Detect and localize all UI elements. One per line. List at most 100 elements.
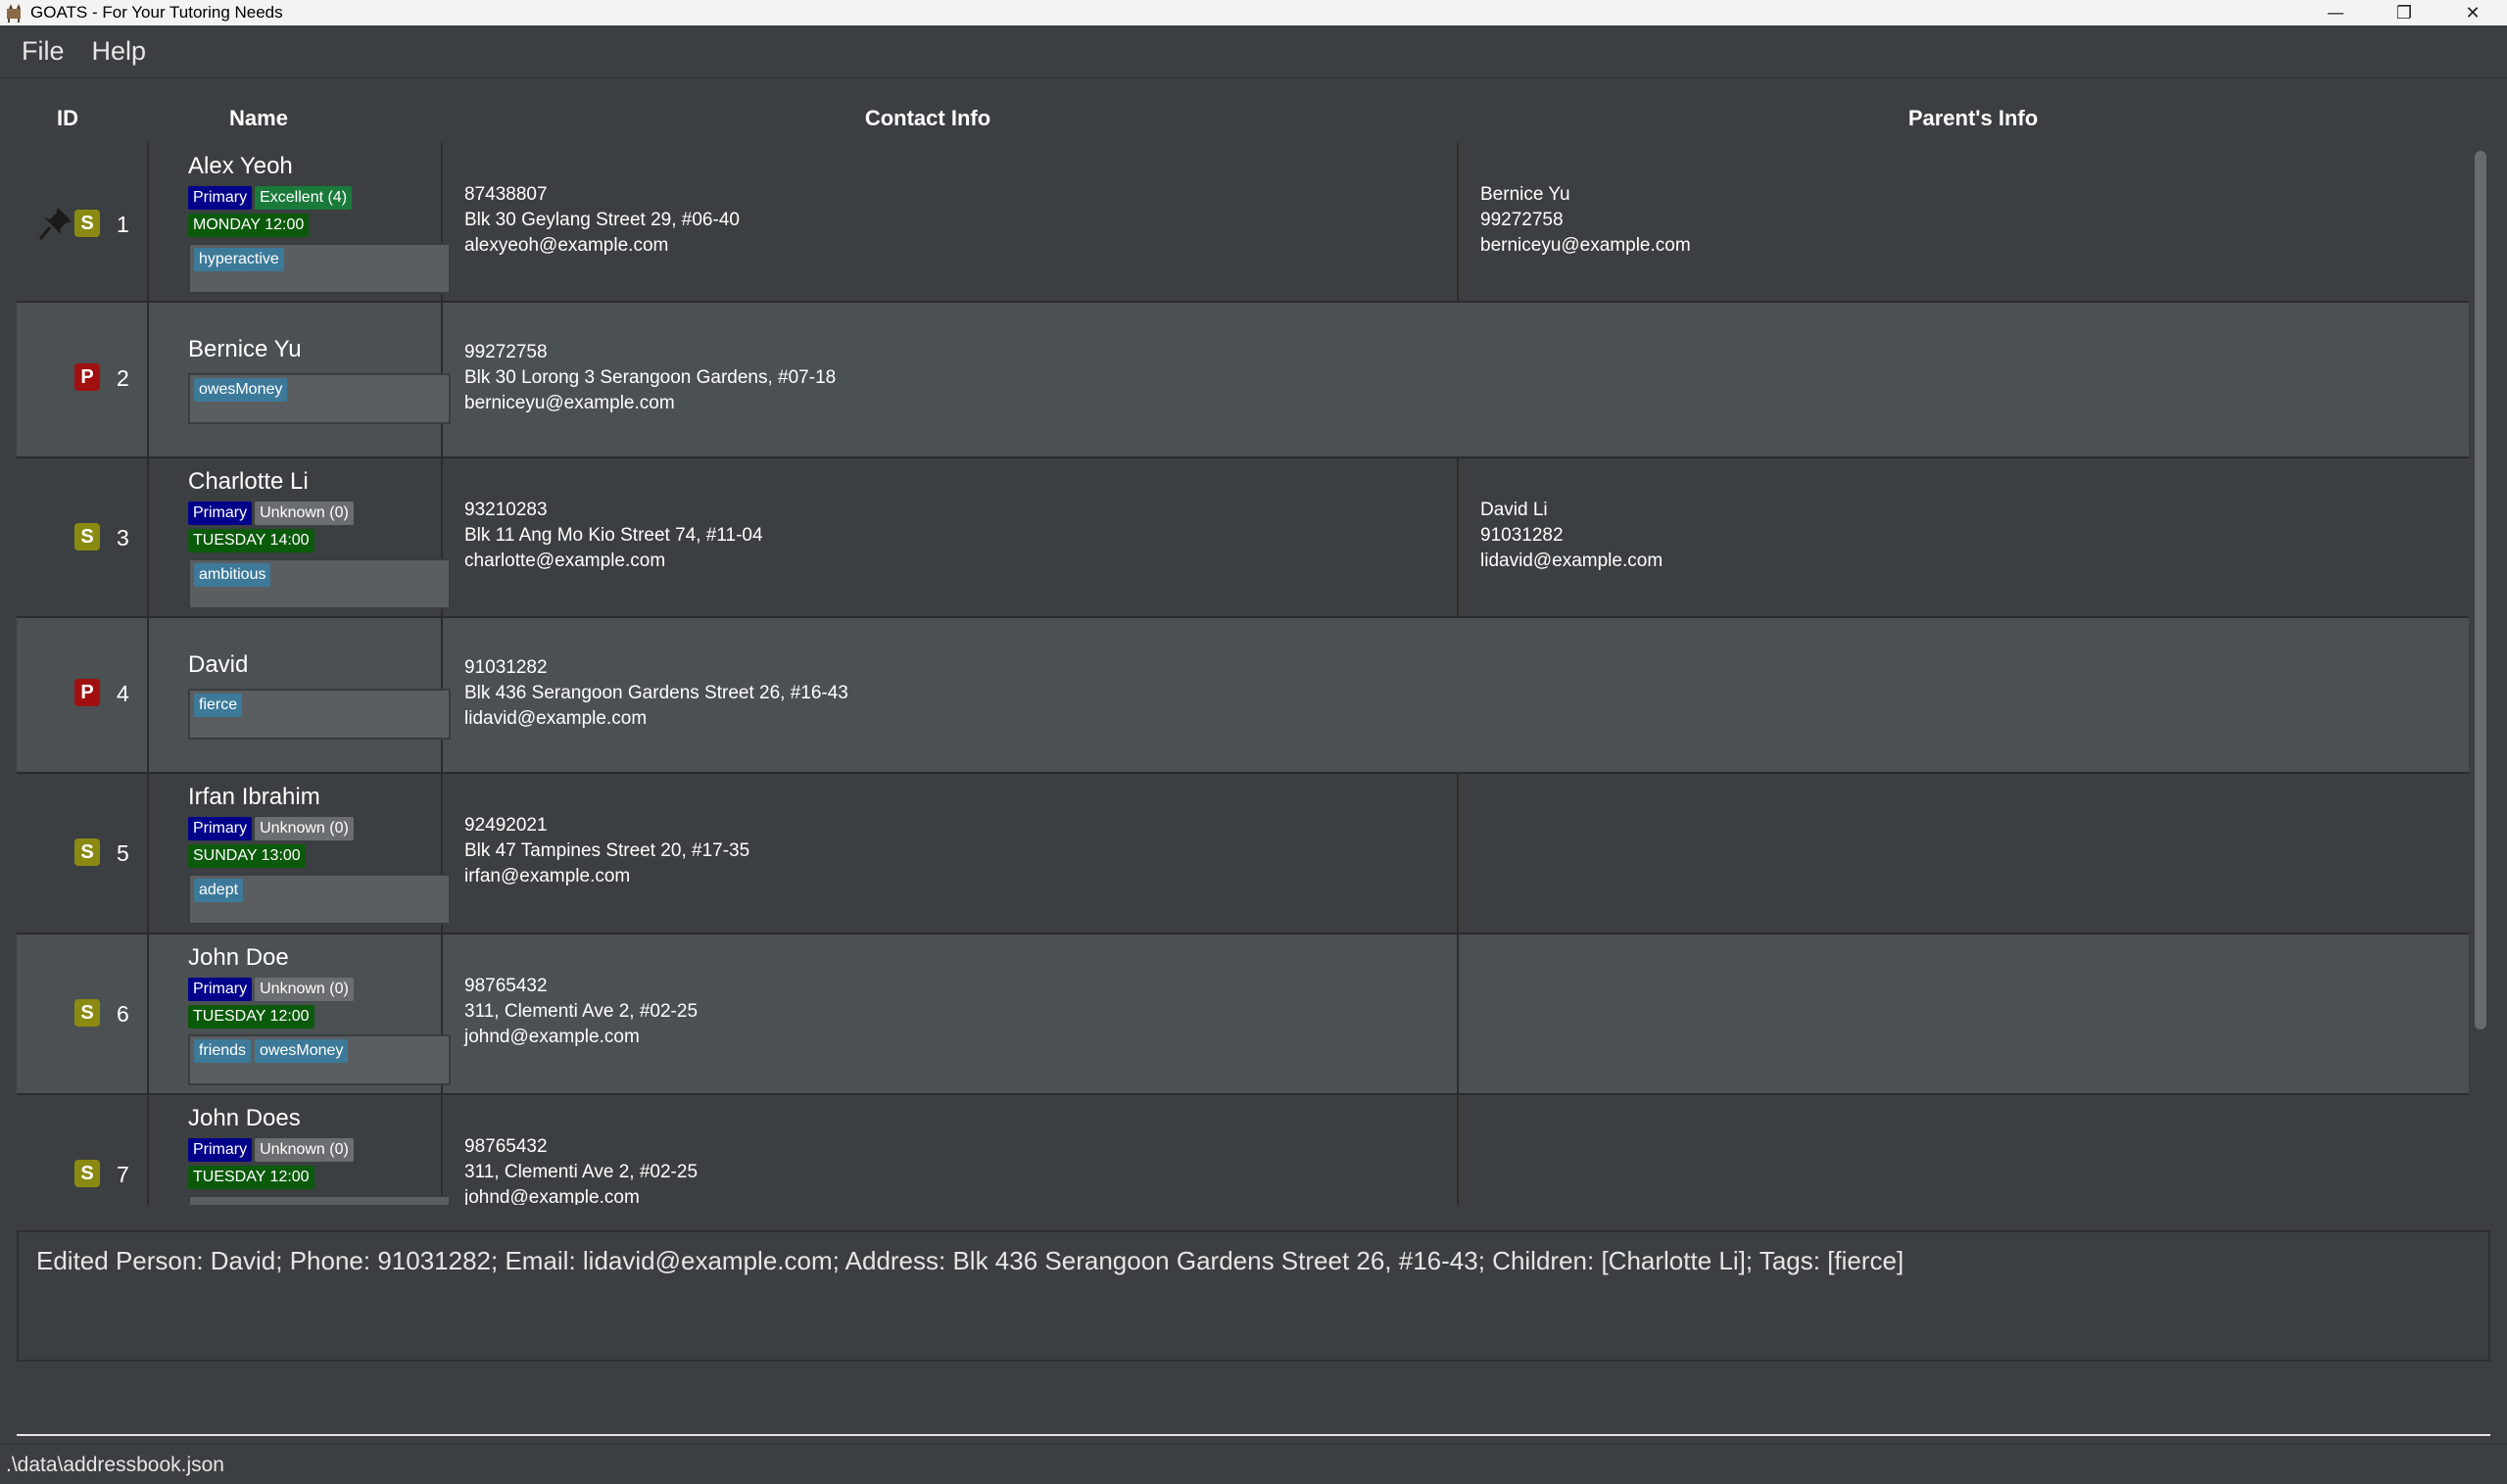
tag-box: friends owesMoney bbox=[188, 1034, 451, 1085]
phone-text: 98765432 bbox=[464, 976, 548, 996]
name-cell: Charlotte Li Primary Unknown (0) TUESDAY … bbox=[149, 458, 451, 616]
person-row[interactable]: P 2 Bernice Yu owesMoney 99272758 Blk 30… bbox=[17, 303, 2469, 458]
column-header-contact: Contact Info bbox=[864, 106, 991, 130]
address-text: Blk 11 Ang Mo Kio Street 74, #11-04 bbox=[464, 525, 763, 546]
student-badge: S bbox=[74, 210, 100, 237]
tag-chip: owesMoney bbox=[255, 1039, 349, 1063]
level-chip: Primary bbox=[188, 817, 253, 840]
parent-badge: P bbox=[74, 679, 100, 706]
email-text: irfan@example.com bbox=[464, 866, 631, 886]
grade-chip: Unknown (0) bbox=[255, 978, 354, 1001]
parent-email-text: berniceyu@example.com bbox=[1480, 235, 1691, 256]
lesson-chip: TUESDAY 12:00 bbox=[188, 1005, 314, 1029]
parent-cell: Bernice Yu 99272758 berniceyu@example.co… bbox=[1459, 143, 2469, 301]
person-row[interactable]: S 6 John Doe Primary Unknown (0) TUESDAY … bbox=[17, 934, 2469, 1095]
grade-chip: Unknown (0) bbox=[255, 817, 354, 840]
contact-cell: 99272758 Blk 30 Lorong 3 Serangoon Garde… bbox=[443, 303, 2469, 456]
person-row[interactable]: S 1 Alex Yeoh Primary Excellent (4) MONDA… bbox=[17, 143, 2469, 303]
menu-bar: File Help bbox=[0, 25, 2507, 78]
name-cell: John Doe Primary Unknown (0) TUESDAY 12:0… bbox=[149, 934, 451, 1093]
address-text: 311, Clementi Ave 2, #02-25 bbox=[464, 1162, 699, 1182]
person-row[interactable]: P 4 David fierce 91031282 Blk 436 Serang… bbox=[17, 618, 2469, 774]
scrollbar-thumb[interactable] bbox=[2475, 151, 2486, 1029]
person-name: Charlotte Li bbox=[188, 468, 309, 495]
parent-cell bbox=[1459, 1095, 2469, 1205]
tag-box bbox=[188, 1195, 451, 1205]
column-header-parent: Parent's Info bbox=[1907, 106, 2039, 130]
address-text: Blk 30 Geylang Street 29, #06-40 bbox=[464, 210, 740, 230]
phone-text: 98765432 bbox=[464, 1136, 548, 1157]
person-id: 6 bbox=[117, 1001, 129, 1027]
lesson-chip: TUESDAY 14:00 bbox=[188, 529, 314, 552]
name-cell: Irfan Ibrahim Primary Unknown (0) SUNDAY … bbox=[149, 774, 451, 933]
tag-box: adept bbox=[188, 874, 451, 925]
tag-chip: owesMoney bbox=[194, 378, 288, 402]
contact-cell: 92492021 Blk 47 Tampines Street 20, #17-… bbox=[443, 774, 1459, 933]
email-text: johnd@example.com bbox=[464, 1027, 640, 1047]
email-text: johnd@example.com bbox=[464, 1187, 640, 1205]
tag-chip: friends bbox=[194, 1039, 252, 1063]
save-location-text: .\data\addressbook.json bbox=[6, 1454, 224, 1476]
person-row[interactable]: S 7 John Does Primary Unknown (0) TUESDAY… bbox=[17, 1095, 2469, 1205]
email-text: alexyeoh@example.com bbox=[464, 235, 669, 256]
student-badge: S bbox=[74, 838, 100, 866]
menu-help[interactable]: Help bbox=[92, 36, 147, 67]
contact-cell: 98765432 311, Clementi Ave 2, #02-25 joh… bbox=[443, 934, 1459, 1093]
level-chip: Primary bbox=[188, 502, 253, 525]
level-grade-line: Primary Unknown (0) bbox=[188, 1138, 357, 1162]
person-list[interactable]: S 1 Alex Yeoh Primary Excellent (4) MONDA… bbox=[17, 143, 2469, 1205]
id-cell: S 6 bbox=[17, 934, 149, 1093]
name-cell: John Does Primary Unknown (0) TUESDAY 12:… bbox=[149, 1095, 451, 1205]
person-row[interactable]: S 5 Irfan Ibrahim Primary Unknown (0) SUN… bbox=[17, 774, 2469, 934]
student-badge: S bbox=[74, 999, 100, 1027]
grade-chip: Unknown (0) bbox=[255, 1138, 354, 1162]
address-text: Blk 30 Lorong 3 Serangoon Gardens, #07-1… bbox=[464, 367, 837, 388]
person-name: John Doe bbox=[188, 944, 289, 971]
parent-badge: P bbox=[74, 363, 100, 391]
person-row[interactable]: S 3 Charlotte Li Primary Unknown (0) TUES… bbox=[17, 458, 2469, 618]
person-id: 5 bbox=[117, 840, 129, 866]
parent-cell: David Li 91031282 lidavid@example.com bbox=[1459, 458, 2469, 616]
email-text: charlotte@example.com bbox=[464, 551, 666, 571]
name-cell: Bernice Yu owesMoney bbox=[149, 303, 451, 456]
close-button[interactable]: ✕ bbox=[2438, 0, 2507, 25]
level-grade-line: Primary Unknown (0) bbox=[188, 817, 357, 840]
level-grade-line: Primary Unknown (0) bbox=[188, 978, 357, 1001]
tag-chip: fierce bbox=[194, 694, 243, 717]
parent-email-text: lidavid@example.com bbox=[1480, 551, 1663, 571]
address-text: Blk 436 Serangoon Gardens Street 26, #16… bbox=[464, 683, 848, 703]
level-chip: Primary bbox=[188, 978, 253, 1001]
tag-box: ambitious bbox=[188, 558, 451, 609]
tag-chip: ambitious bbox=[194, 563, 271, 587]
goat-icon bbox=[7, 4, 21, 23]
id-cell: P 2 bbox=[17, 303, 149, 456]
menu-file[interactable]: File bbox=[22, 36, 65, 67]
parent-phone-text: 99272758 bbox=[1480, 210, 1564, 230]
status-bar: .\data\addressbook.json bbox=[0, 1444, 2507, 1484]
restore-button[interactable]: ❐ bbox=[2370, 0, 2438, 25]
level-grade-line: Primary Unknown (0) bbox=[188, 502, 357, 525]
lesson-chip: SUNDAY 13:00 bbox=[188, 844, 306, 868]
list-scrollbar[interactable] bbox=[2473, 149, 2488, 1205]
contact-cell: 91031282 Blk 436 Serangoon Gardens Stree… bbox=[443, 618, 2469, 772]
pin-icon bbox=[38, 208, 72, 240]
parent-cell bbox=[1459, 774, 2469, 933]
phone-text: 91031282 bbox=[464, 657, 548, 678]
command-input[interactable] bbox=[17, 1371, 2490, 1434]
level-grade-line: Primary Excellent (4) bbox=[188, 186, 355, 210]
title-bar: GOATS - For Your Tutoring Needs — ❐ ✕ bbox=[0, 0, 2507, 25]
result-display: Edited Person: David; Phone: 91031282; E… bbox=[17, 1230, 2490, 1362]
id-cell: S 7 bbox=[17, 1095, 149, 1205]
email-text: lidavid@example.com bbox=[464, 708, 648, 729]
parent-name-text: Bernice Yu bbox=[1480, 184, 1570, 205]
lesson-chip: MONDAY 12:00 bbox=[188, 214, 310, 237]
person-id: 2 bbox=[117, 365, 129, 391]
minimize-button[interactable]: — bbox=[2301, 0, 2370, 25]
address-text: Blk 47 Tampines Street 20, #17-35 bbox=[464, 840, 750, 861]
id-cell: S 3 bbox=[17, 458, 149, 616]
id-cell: S 5 bbox=[17, 774, 149, 933]
student-badge: S bbox=[74, 1160, 100, 1187]
email-text: berniceyu@example.com bbox=[464, 393, 675, 413]
level-chip: Primary bbox=[188, 1138, 253, 1162]
tag-box: hyperactive bbox=[188, 243, 451, 294]
